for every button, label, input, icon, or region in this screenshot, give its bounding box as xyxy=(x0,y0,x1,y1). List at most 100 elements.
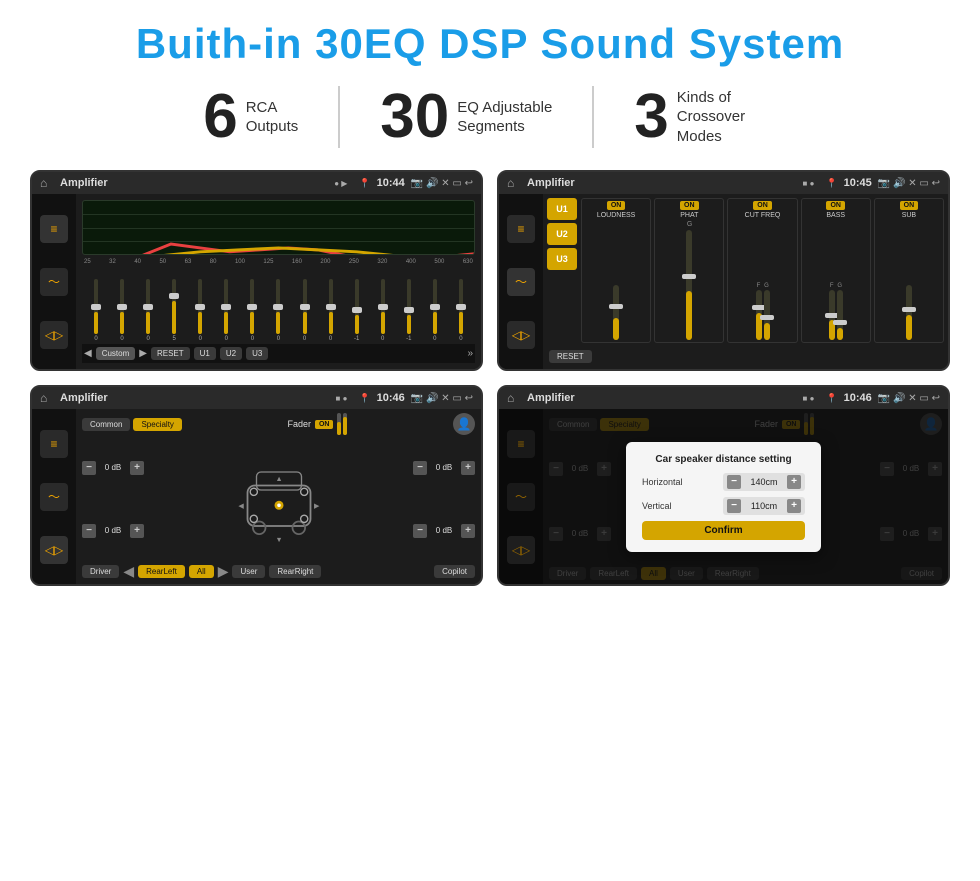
speaker-wave-icon[interactable]: 〜 xyxy=(40,483,68,511)
eq-u1-btn[interactable]: U1 xyxy=(194,347,216,360)
eq-u2-btn[interactable]: U2 xyxy=(220,347,242,360)
eq-slider-0[interactable]: 0 xyxy=(84,279,108,342)
location-icon-4: 📍 xyxy=(826,393,837,404)
vertical-value: 110cm xyxy=(745,501,783,511)
spk-rearleft-btn[interactable]: RearLeft xyxy=(138,565,185,578)
eq-screen-content: ≡ 〜 ◁▷ 253240506380100 xyxy=(32,194,481,369)
db-val-br: 0 dB xyxy=(430,526,458,535)
speaker-status-icons: 📷 🔊 ✕ ▭ ↩ xyxy=(411,393,473,404)
db-minus-tl[interactable]: − xyxy=(82,461,96,475)
eq-slider-4[interactable]: 0 xyxy=(188,279,212,342)
eq-screen-card: ⌂ Amplifier ● ▶ 📍 10:44 📷 🔊 ✕ ▭ ↩ ≡ 〜 ◁▷ xyxy=(30,170,483,371)
speaker-bottom: Driver ◀ RearLeft All ▶ User RearRight C… xyxy=(82,563,475,580)
vertical-label: Vertical xyxy=(642,501,697,511)
vertical-row: Vertical − 110cm + xyxy=(642,497,805,515)
bass-slider-f[interactable] xyxy=(829,290,835,340)
stats-row: 6 RCA Outputs 30 EQ Adjustable Segments … xyxy=(30,86,950,148)
eq-slider-11[interactable]: 0 xyxy=(371,279,395,342)
vertical-minus-btn[interactable]: − xyxy=(727,499,741,513)
crossover-reset-row: RESET xyxy=(547,346,944,365)
fader-bar-1[interactable] xyxy=(337,413,341,435)
eq-expand-icon[interactable]: » xyxy=(467,348,473,359)
speaker-area: Common Specialty Fader ON 👤 xyxy=(76,409,481,584)
speaker-icon[interactable]: ◁▷ xyxy=(40,321,68,349)
db-minus-tr[interactable]: − xyxy=(413,461,427,475)
loudness-label: LOUDNESS xyxy=(597,212,636,219)
vertical-plus-btn[interactable]: + xyxy=(787,499,801,513)
preset-u1[interactable]: U1 xyxy=(547,198,577,220)
db-row-tr: − 0 dB + xyxy=(413,461,475,475)
crossover-spk-icon[interactable]: ◁▷ xyxy=(507,321,535,349)
speaker-status-time: 10:46 xyxy=(377,392,405,404)
fader-bar-2[interactable] xyxy=(343,413,347,435)
spk-driver-btn[interactable]: Driver xyxy=(82,565,119,578)
spk-left-nav[interactable]: ◀ xyxy=(123,563,134,580)
eq-icon[interactable]: ≡ xyxy=(40,215,68,243)
dot-icon-2: ■ ● xyxy=(803,179,815,188)
stat-rca-text: RCA Outputs xyxy=(246,98,299,137)
fader-on-badge: ON xyxy=(315,420,334,429)
spk-rearright-btn[interactable]: RearRight xyxy=(269,565,321,578)
eq-slider-2[interactable]: 0 xyxy=(136,279,160,342)
eq-slider-1[interactable]: 0 xyxy=(110,279,134,342)
crossover-screen-card: ⌂ Amplifier ■ ● 📍 10:45 📷 🔊 ✕ ▭ ↩ ≡ 〜 ◁▷… xyxy=(497,170,950,371)
crossover-controls: ON LOUDNESS xyxy=(581,198,944,343)
db-plus-tl[interactable]: + xyxy=(130,461,144,475)
eq-slider-6[interactable]: 0 xyxy=(240,279,264,342)
db-row-bl: − 0 dB + xyxy=(82,524,144,538)
eq-slider-13[interactable]: 0 xyxy=(423,279,447,342)
cutfreq-label: CUT FREQ xyxy=(745,212,781,219)
loudness-slider[interactable] xyxy=(613,285,619,340)
eq-prev-arrow[interactable]: ◀ xyxy=(84,348,92,359)
eq-u3-btn[interactable]: U3 xyxy=(246,347,268,360)
eq-sliders: 0 0 0 5 0 0 0 0 0 0 -1 0 -1 0 0 xyxy=(82,269,475,342)
eq-slider-10[interactable]: -1 xyxy=(345,279,369,342)
home-icon-3: ⌂ xyxy=(40,391,54,405)
speaker-ctrl-icon[interactable]: ◁▷ xyxy=(40,536,68,564)
eq-area: 253240506380100125160200250320400500630 … xyxy=(76,194,481,369)
mode-specialty[interactable]: Specialty xyxy=(133,418,181,431)
db-minus-br[interactable]: − xyxy=(413,524,427,538)
spk-right-nav[interactable]: ▶ xyxy=(218,563,229,580)
crossover-eq-icon[interactable]: ≡ xyxy=(507,215,535,243)
crossover-wave-icon[interactable]: 〜 xyxy=(507,268,535,296)
eq-next-arrow[interactable]: ▶ xyxy=(139,348,147,359)
sub-slider[interactable] xyxy=(906,285,912,340)
spk-user-btn[interactable]: User xyxy=(232,565,265,578)
bass-slider-g[interactable] xyxy=(837,290,843,340)
sub-on: ON xyxy=(900,201,919,210)
eq-slider-14[interactable]: 0 xyxy=(449,279,473,342)
horizontal-plus-btn[interactable]: + xyxy=(787,475,801,489)
eq-slider-8[interactable]: 0 xyxy=(293,279,317,342)
crossover-reset-btn[interactable]: RESET xyxy=(549,350,592,363)
speaker-top: Common Specialty Fader ON 👤 xyxy=(82,413,475,435)
wave-icon[interactable]: 〜 xyxy=(40,268,68,296)
crossover-status-icons: 📷 🔊 ✕ ▭ ↩ xyxy=(878,178,940,189)
eq-slider-3[interactable]: 5 xyxy=(162,279,186,342)
stat-eq-number: 30 xyxy=(380,86,449,148)
preset-u2[interactable]: U2 xyxy=(547,223,577,245)
db-plus-bl[interactable]: + xyxy=(130,524,144,538)
preset-u3[interactable]: U3 xyxy=(547,248,577,270)
db-plus-br[interactable]: + xyxy=(461,524,475,538)
eq-reset-btn[interactable]: RESET xyxy=(151,347,190,360)
speaker-eq-icon[interactable]: ≡ xyxy=(40,430,68,458)
db-plus-tr[interactable]: + xyxy=(461,461,475,475)
sub-label: SUB xyxy=(902,212,916,219)
mode-common[interactable]: Common xyxy=(82,418,130,431)
home-icon-4: ⌂ xyxy=(507,391,521,405)
speaker-main: − 0 dB + − 0 dB + xyxy=(82,438,475,560)
confirm-button[interactable]: Confirm xyxy=(642,521,805,540)
eq-slider-5[interactable]: 0 xyxy=(214,279,238,342)
db-minus-bl[interactable]: − xyxy=(82,524,96,538)
eq-slider-7[interactable]: 0 xyxy=(266,279,290,342)
eq-slider-12[interactable]: -1 xyxy=(397,279,421,342)
horizontal-minus-btn[interactable]: − xyxy=(727,475,741,489)
spk-copilot-btn[interactable]: Copilot xyxy=(434,565,475,578)
db-val-bl: 0 dB xyxy=(99,526,127,535)
phat-slider-g[interactable] xyxy=(686,230,692,340)
eq-slider-9[interactable]: 0 xyxy=(319,279,343,342)
spk-all-btn[interactable]: All xyxy=(189,565,214,578)
eq-preset-label[interactable]: Custom xyxy=(96,347,136,360)
cutfreq-slider-g[interactable] xyxy=(764,290,770,340)
